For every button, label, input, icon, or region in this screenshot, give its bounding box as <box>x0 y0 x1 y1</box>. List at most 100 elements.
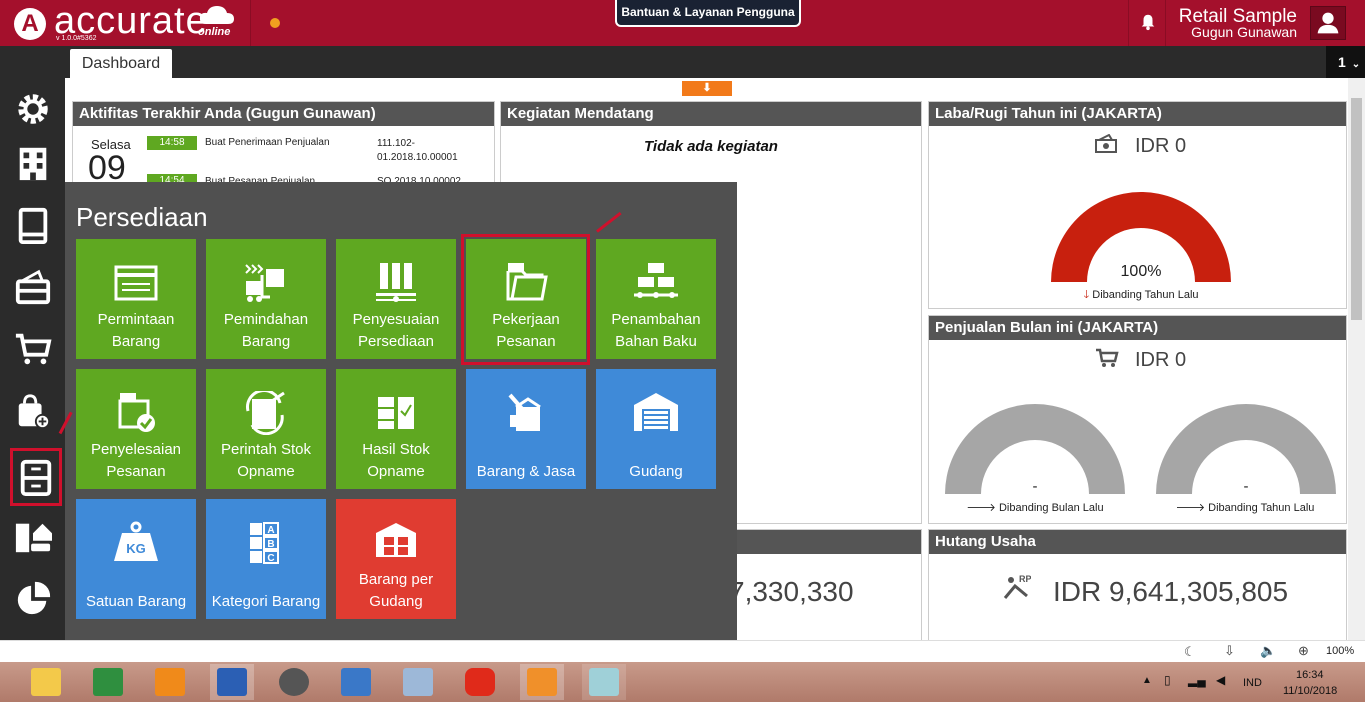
activity-action[interactable]: Buat Penerimaan Penjualan <box>205 137 330 148</box>
open-tabs-count[interactable]: 1 ⌄ <box>1326 46 1365 78</box>
tile-satuan-barang[interactable]: KG Satuan Barang <box>76 499 196 619</box>
boxes-icon <box>634 263 678 298</box>
menu-title: Persediaan <box>76 202 208 232</box>
gauge-value: - <box>1032 478 1038 495</box>
sidebar-item-company[interactable] <box>0 132 65 194</box>
arrow-down-icon: 🡓 <box>1083 289 1090 301</box>
warehouse-items-icon <box>376 523 416 557</box>
zoom-icon[interactable]: ⊕ <box>1298 643 1309 659</box>
book-icon <box>18 207 47 244</box>
abc-icon: ABC <box>250 522 279 564</box>
signal-icon[interactable]: ▂▄ <box>1188 673 1206 687</box>
avatar[interactable] <box>1310 6 1346 40</box>
tile-label: Barang per Gudang <box>358 571 434 610</box>
tile-label: Satuan Barang <box>85 593 187 610</box>
tile-hasil-stok-opname[interactable]: Hasil Stok Opname <box>336 369 456 489</box>
tile-barang-jasa[interactable]: Barang & Jasa <box>466 369 586 489</box>
payable-panel: Hutang Usaha RP IDR 9,641,305,805 <box>928 529 1347 640</box>
activity-panel: Aktifitas Terakhir Anda (Gugun Gunawan) … <box>72 101 495 184</box>
sidebar-item-purchase[interactable] <box>0 380 65 442</box>
gauge-compare: 🡓 Dibanding Tahun Lalu <box>1029 286 1253 305</box>
user-icon <box>1317 12 1339 34</box>
taskbar-media-player[interactable] <box>148 664 192 700</box>
sidebar-item-assets[interactable] <box>0 506 65 568</box>
tile-pemindahan-barang[interactable]: Pemindahan Barang <box>206 239 326 359</box>
receivable-amount: 7,330,330 <box>729 576 854 607</box>
speaker-icon[interactable]: 🔈 <box>1260 643 1276 659</box>
scrollbar-thumb[interactable] <box>1351 98 1362 320</box>
taskbar-computer[interactable] <box>334 664 378 700</box>
tile-gudang[interactable]: Gudang <box>596 369 716 489</box>
gauge-compare: 🡒 Dibanding Tahun Lalu <box>1139 500 1346 514</box>
tray-expand-icon[interactable]: ▲ <box>1142 675 1152 686</box>
pie-chart-icon <box>17 581 50 615</box>
shopping-bag-plus-icon <box>18 394 50 430</box>
taskbar-notes[interactable] <box>582 664 626 700</box>
forklift-icon <box>245 264 284 302</box>
panel-title: Penjualan Bulan ini (JAKARTA) <box>929 316 1346 340</box>
camera-icon <box>465 668 495 696</box>
sidebar-item-cash-bank[interactable] <box>0 256 65 318</box>
cabinet-icon <box>20 459 52 496</box>
help-support-button[interactable]: Bantuan & Layanan Pengguna <box>615 0 801 27</box>
clock-time[interactable]: 16:34 <box>1296 669 1324 681</box>
clock-date[interactable]: 11/10/2018 <box>1283 685 1337 697</box>
tile-permintaan-barang[interactable]: Permintaan Barang <box>76 239 196 359</box>
taskbar-calculator[interactable] <box>396 664 440 700</box>
tile-label: Penyesuaian Persediaan <box>352 311 440 350</box>
logo-subtitle: online <box>198 26 231 38</box>
tile-penyesuaian-persediaan[interactable]: Penyesuaian Persediaan <box>336 239 456 359</box>
gauge-compare-label: Dibanding Tahun Lalu <box>1092 289 1199 301</box>
version-label: v 1.0.0#5362 <box>56 35 97 42</box>
activity-ref[interactable]: 111.102-01.2018.10.00001 <box>377 137 473 165</box>
sidebar-item-inventory[interactable] <box>10 448 62 506</box>
tile-barang-per-gudang[interactable]: Barang per Gudang <box>336 499 456 619</box>
gauge-percent: 100% <box>1120 263 1162 280</box>
tile-penambahan-bahan-baku[interactable]: Penambahan Bahan Baku <box>596 239 716 359</box>
collapse-toggle-button[interactable]: ⬇ <box>682 81 732 96</box>
panel-title: Laba/Rugi Tahun ini (JAKARTA) <box>929 102 1346 126</box>
tile-kategori-barang[interactable]: ABC Kategori Barang <box>206 499 326 619</box>
taskbar-word[interactable] <box>210 664 254 700</box>
taskbar-excel[interactable] <box>86 664 130 700</box>
gauge-value: - <box>1243 478 1249 495</box>
wallet-icon <box>15 269 50 305</box>
moon-icon[interactable]: ☾ <box>1184 644 1196 660</box>
taskbar-explorer[interactable] <box>24 664 68 700</box>
sidebar-item-settings[interactable] <box>0 78 65 140</box>
svg-text:C: C <box>267 553 274 564</box>
svg-text:RP: RP <box>1019 574 1031 584</box>
status-dot-icon[interactable] <box>270 18 280 28</box>
sidebar-item-reports[interactable] <box>0 568 65 630</box>
gear-icon <box>17 94 48 124</box>
notification-button[interactable] <box>1128 0 1166 46</box>
adjust-icon <box>376 263 416 302</box>
tile-perintah-stok-opname[interactable]: Perintah Stok Opname <box>206 369 326 489</box>
cart-icon <box>1096 348 1119 367</box>
download-icon[interactable]: ⇩ <box>1224 643 1235 659</box>
divider <box>250 0 251 46</box>
sales-panel: Penjualan Bulan ini (JAKARTA) IDR 0 - 🡒 … <box>928 315 1347 524</box>
language-indicator[interactable]: IND <box>1243 677 1262 689</box>
form-icon <box>114 265 158 301</box>
user-name[interactable]: Gugun Gunawan <box>1166 24 1297 40</box>
volume-icon[interactable]: ◀ <box>1216 673 1225 687</box>
stock-result-icon <box>378 397 414 429</box>
tab-dashboard[interactable]: Dashboard <box>70 49 172 78</box>
svg-text:KG: KG <box>126 541 146 556</box>
accurate-logo-icon[interactable]: A <box>14 8 46 40</box>
svg-text:A: A <box>267 525 274 536</box>
tile-penyelesaian-pesanan[interactable]: Penyelesaian Pesanan <box>76 369 196 489</box>
sidebar-item-ledger[interactable] <box>0 194 65 256</box>
tray-device-icon[interactable]: ▯ <box>1164 673 1171 687</box>
taskbar-camera[interactable] <box>458 664 502 700</box>
tab-bar: Dashboard <box>0 46 1365 78</box>
taskbar-uc-browser[interactable] <box>520 664 564 700</box>
tile-label: Pemindahan Barang <box>223 311 309 350</box>
sidebar-item-sales[interactable] <box>0 318 65 380</box>
cart-icon <box>15 333 52 365</box>
highlight-box <box>461 234 590 365</box>
taskbar-app[interactable] <box>272 664 316 700</box>
zoom-level[interactable]: 100% <box>1326 645 1354 657</box>
arrow-right-icon: 🡒 <box>966 502 996 514</box>
